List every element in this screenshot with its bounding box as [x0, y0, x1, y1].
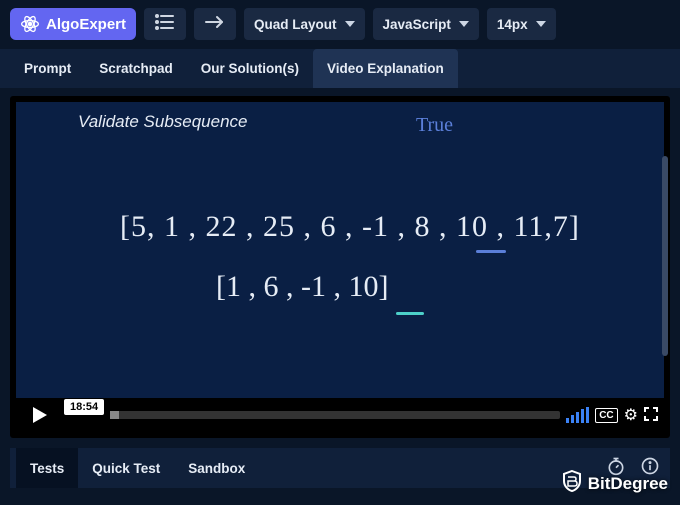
brand-name: AlgoExpert: [46, 16, 126, 33]
whiteboard-array-sub: [1 , 6 , -1 , 10]: [216, 270, 388, 304]
tab-prompt[interactable]: Prompt: [10, 49, 85, 88]
chevron-down-icon: [459, 21, 469, 27]
cc-label: CC: [599, 410, 613, 421]
tab-quick-test[interactable]: Quick Test: [78, 448, 174, 488]
fullscreen-button[interactable]: [644, 407, 658, 424]
watermark: BitDegree: [562, 470, 668, 497]
settings-button[interactable]: ⚙: [624, 405, 638, 425]
arrow-right-icon: [204, 15, 226, 34]
fullscreen-icon: [644, 408, 658, 424]
tab-sandbox[interactable]: Sandbox: [174, 448, 259, 488]
chevron-down-icon: [536, 21, 546, 27]
video-timestamp: 18:54: [64, 399, 104, 415]
captions-button[interactable]: CC: [595, 408, 617, 423]
volume-bar-icon: [576, 412, 579, 423]
atom-icon: [20, 14, 40, 34]
video-progress-fill: [110, 411, 119, 419]
video-controls: 18:54 CC ⚙: [16, 398, 664, 432]
next-arrow-button[interactable]: [194, 8, 236, 40]
tab-label: Our Solution(s): [201, 61, 299, 76]
watermark-text: BitDegree: [588, 474, 668, 494]
content-tabs: Prompt Scratchpad Our Solution(s) Video …: [0, 48, 680, 88]
tab-solutions[interactable]: Our Solution(s): [187, 49, 313, 88]
menu-list-button[interactable]: [144, 8, 186, 40]
volume-control[interactable]: [566, 407, 589, 423]
play-button[interactable]: [22, 401, 58, 429]
brand-logo-button[interactable]: AlgoExpert: [10, 8, 136, 40]
volume-bar-icon: [581, 409, 584, 423]
whiteboard-underline-blue: [476, 250, 506, 253]
volume-bar-icon: [586, 407, 589, 423]
tab-label: Video Explanation: [327, 61, 444, 76]
video-player-container: Validate Subsequence True [5, 1 , 22 , 2…: [10, 96, 670, 438]
whiteboard-underline-teal: [396, 312, 424, 315]
volume-bar-icon: [571, 415, 574, 423]
tab-label: Scratchpad: [99, 61, 173, 76]
video-progress-bar[interactable]: [110, 411, 560, 419]
tab-label: Quick Test: [92, 461, 160, 476]
top-toolbar: AlgoExpert Quad Layout JavaScript 14px: [0, 0, 680, 48]
tab-label: Sandbox: [188, 461, 245, 476]
video-content[interactable]: Validate Subsequence True [5, 1 , 22 , 2…: [16, 102, 664, 398]
layout-dropdown[interactable]: Quad Layout: [244, 8, 365, 40]
whiteboard-title: Validate Subsequence: [78, 112, 248, 132]
whiteboard-annotation-true: True: [416, 114, 453, 137]
gear-icon: ⚙: [624, 407, 638, 424]
fontsize-label: 14px: [497, 17, 528, 32]
play-icon: [33, 407, 47, 423]
list-icon: [155, 14, 175, 35]
fontsize-dropdown[interactable]: 14px: [487, 8, 556, 40]
tab-scratchpad[interactable]: Scratchpad: [85, 49, 187, 88]
tab-tests[interactable]: Tests: [16, 448, 78, 488]
chevron-down-icon: [345, 21, 355, 27]
tab-label: Tests: [30, 461, 64, 476]
whiteboard-array-main: [5, 1 , 22 , 25 , 6 , -1 , 8 , 10 , 11,7…: [120, 210, 580, 244]
tab-label: Prompt: [24, 61, 71, 76]
bitdegree-shield-icon: [562, 470, 582, 497]
language-label: JavaScript: [383, 17, 451, 32]
volume-bar-icon: [566, 418, 569, 423]
layout-label: Quad Layout: [254, 17, 337, 32]
tab-video-explanation[interactable]: Video Explanation: [313, 49, 458, 88]
vertical-scrollbar[interactable]: [662, 156, 668, 356]
language-dropdown[interactable]: JavaScript: [373, 8, 479, 40]
